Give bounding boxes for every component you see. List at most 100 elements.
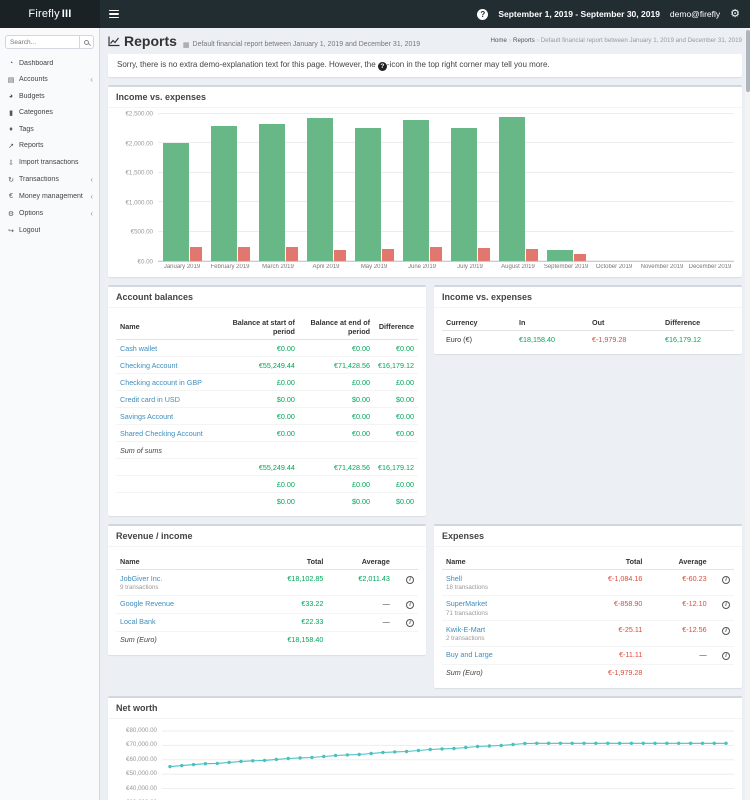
sidebar-item-categories[interactable]: ▮ Categories xyxy=(0,104,99,121)
sidebar-item-label: Dashboard xyxy=(19,59,54,67)
info-icon[interactable]: i xyxy=(406,619,414,627)
panel-title: Net worth xyxy=(108,698,742,719)
bar-out[interactable] xyxy=(525,248,538,261)
row-subtext: 18 transactions xyxy=(446,584,488,591)
search-button[interactable] xyxy=(79,35,94,49)
app-logo[interactable]: Firefly III xyxy=(0,0,100,28)
bar-in[interactable] xyxy=(210,126,237,261)
money-icon: € xyxy=(9,193,13,200)
table-row: Sum (Euro) €-1,979.28 xyxy=(442,664,734,681)
amount: €2,011.43 xyxy=(358,573,390,583)
sidebar-item-accounts[interactable]: ▤ Accounts ‹ xyxy=(0,71,99,88)
navbar-right: ? September 1, 2019 - September 30, 2019… xyxy=(477,8,750,20)
income-expenses-bar-chart[interactable]: €0.00 €500.00 €1,000.00 €1,500.00 €2,000.00 €… xyxy=(116,111,734,270)
account-link[interactable]: Checking Account xyxy=(120,361,178,370)
amount: $0.00 xyxy=(276,394,295,404)
panel-expenses: Expenses Name Total Average Shell 18 transa… xyxy=(434,524,742,688)
panel-title: Revenue / income xyxy=(108,526,426,547)
bar-in[interactable] xyxy=(258,124,285,261)
account-link[interactable]: JobGiver Inc. xyxy=(120,574,162,583)
scrollbar-thumb[interactable] xyxy=(745,30,750,92)
bar-in[interactable] xyxy=(162,143,189,261)
net-worth-y-axis: €80,000.00 €70,000.00 €60,000.00 €50,000.00… xyxy=(116,725,162,800)
bar-group xyxy=(638,114,686,261)
y-tick-label: €2,000.00 xyxy=(125,140,153,148)
options-icon: ⚙ xyxy=(7,210,15,218)
account-link[interactable]: Local Bank xyxy=(120,617,156,626)
amount: £0.00 xyxy=(276,377,295,387)
search-icon xyxy=(84,39,89,45)
accounts-icon: ▤ xyxy=(7,76,15,84)
amount: $0.00 xyxy=(352,394,370,404)
user-menu[interactable]: demo@firefly xyxy=(670,9,720,19)
bar-in[interactable] xyxy=(306,118,333,261)
net-worth-line-chart[interactable]: €80,000.00 €70,000.00 €60,000.00 €50,000.00… xyxy=(116,725,734,800)
x-tick-label: January 2019 xyxy=(163,264,201,270)
bar-out[interactable] xyxy=(189,247,202,261)
expenses-table: Name Total Average Shell 18 transactions €-1… xyxy=(442,553,734,681)
help-icon[interactable]: ? xyxy=(477,8,489,20)
search-input[interactable] xyxy=(5,35,79,49)
info-icon[interactable]: i xyxy=(722,626,730,635)
account-link[interactable]: Kwik-E-Mart xyxy=(446,625,485,634)
breadcrumb-separator: › xyxy=(536,37,539,44)
bar-in[interactable] xyxy=(402,120,429,261)
bar-out[interactable] xyxy=(477,248,490,261)
account-link[interactable]: Checking account in GBP xyxy=(120,378,202,387)
info-icon[interactable]: i xyxy=(722,601,730,609)
amount: €0.00 xyxy=(276,343,295,353)
amount: $0.00 xyxy=(352,496,370,506)
account-link[interactable]: Shell xyxy=(446,574,462,583)
account-link[interactable]: Savings Account xyxy=(120,412,173,421)
breadcrumb-item[interactable]: Reports xyxy=(513,37,535,44)
bar-group xyxy=(254,114,302,261)
info-icon[interactable]: i xyxy=(406,601,414,609)
bar-out[interactable] xyxy=(381,249,394,261)
sidebar-toggle[interactable] xyxy=(100,8,128,21)
bar-out[interactable] xyxy=(237,246,250,261)
info-icon[interactable]: i xyxy=(722,652,730,660)
table-row: Google Revenue €33.22 — i xyxy=(116,595,418,614)
gear-icon[interactable]: ⚙ xyxy=(730,8,740,20)
bar-in[interactable] xyxy=(546,249,573,261)
sidebar-item-reports[interactable]: ↗ Reports xyxy=(0,137,99,154)
sidebar-item-options[interactable]: ⚙ Options ‹ xyxy=(0,205,99,222)
amount: £0.00 xyxy=(396,377,414,387)
bar-in[interactable] xyxy=(450,127,477,261)
sidebar-item-money-management[interactable]: € Money management ‹ xyxy=(0,188,99,205)
bar-out[interactable] xyxy=(429,247,442,261)
categories-icon: ▮ xyxy=(9,109,13,117)
account-link[interactable]: Buy and Large xyxy=(446,650,493,659)
account-link[interactable]: Google Revenue xyxy=(120,599,174,608)
account-link[interactable]: Cash wallet xyxy=(120,344,157,353)
table-row: Shell 18 transactions €-1,084.16 €-60.23 i xyxy=(442,569,734,596)
amount: €16,179.12 xyxy=(665,334,701,344)
sidebar-item-tags[interactable]: ♦ Tags xyxy=(0,121,99,137)
date-range-button[interactable]: September 1, 2019 - September 30, 2019 xyxy=(498,9,660,19)
transactions-icon: ↻ xyxy=(8,176,14,184)
table-row: SuperMarket 71 transactions €-858.90 €-12.1… xyxy=(442,595,734,621)
bar-in[interactable] xyxy=(354,127,381,261)
bar-out[interactable] xyxy=(285,247,298,261)
panel-account-balances: Account balances Name Balance at start of… xyxy=(108,285,426,516)
panel-title: Income vs. expenses xyxy=(434,287,742,308)
bar-in[interactable] xyxy=(498,116,525,261)
sidebar-item-import-transactions[interactable]: ⇩ Import transactions xyxy=(0,154,99,171)
panel-revenue: Revenue / income Name Total Average JobGiv… xyxy=(108,524,426,655)
account-link[interactable]: Credit card in USD xyxy=(120,395,180,404)
amount: €-858.90 xyxy=(614,599,643,608)
sidebar-item-logout[interactable]: ↪ Logout xyxy=(0,222,99,239)
info-icon[interactable]: i xyxy=(722,575,730,584)
calendar-icon: ▦ xyxy=(182,41,190,49)
sidebar-item-dashboard[interactable]: ◔ Dashboard xyxy=(0,55,99,71)
bar-out[interactable] xyxy=(573,254,586,261)
account-link[interactable]: SuperMarket xyxy=(446,599,487,608)
table-row: $0.00 $0.00 $0.00 xyxy=(116,493,418,510)
bar-out[interactable] xyxy=(333,250,346,261)
info-icon[interactable]: i xyxy=(406,575,414,584)
sidebar-item-budgets[interactable]: ◕ Budgets xyxy=(0,88,99,104)
account-link[interactable]: Shared Checking Account xyxy=(120,429,203,438)
sidebar-item-transactions[interactable]: ↻ Transactions ‹ xyxy=(0,171,99,188)
bar-group xyxy=(494,114,542,261)
breadcrumb-item[interactable]: Home xyxy=(490,37,507,44)
